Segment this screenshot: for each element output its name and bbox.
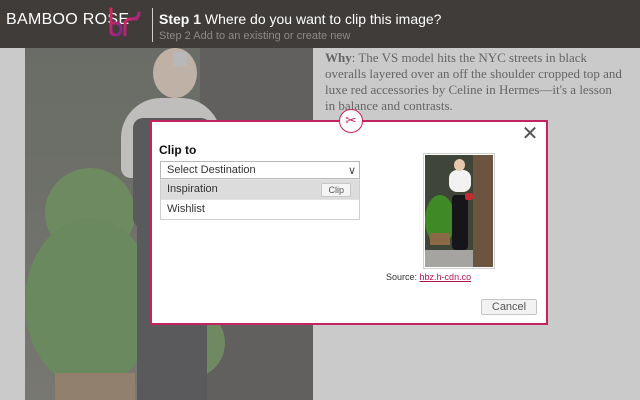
- bamboo-rose-logo-icon: [109, 7, 141, 37]
- scissors-icon: ✂: [339, 109, 363, 133]
- source-label: Source:: [386, 272, 418, 282]
- header-divider: [152, 8, 153, 42]
- step2-heading: Step 2 Add to an existing or create new: [159, 30, 350, 42]
- clipper-header: BAMBOO ROSE Step 1 Where do you want to …: [0, 0, 640, 48]
- destination-item-wishlist[interactable]: Wishlist: [161, 199, 359, 219]
- step1-text: Where do you want to clip this image?: [204, 11, 442, 27]
- destination-list: Inspiration Clip Wishlist: [160, 179, 360, 220]
- clip-to-label: Clip to: [159, 143, 197, 157]
- close-icon[interactable]: ✕: [518, 122, 542, 146]
- destination-select[interactable]: Select Destination ∨: [160, 161, 360, 179]
- step1-heading: Step 1 Where do you want to clip this im…: [159, 11, 441, 27]
- chevron-down-icon: ∨: [347, 164, 356, 177]
- destination-item-label: Wishlist: [167, 203, 205, 215]
- step1-label: Step 1: [159, 11, 202, 27]
- image-source: Source: hbz.h-cdn.co: [386, 272, 471, 282]
- step2-label: Step 2: [159, 30, 191, 42]
- destination-item-label: Inspiration: [167, 183, 218, 195]
- clip-dialog: ✕ Clip to Select Destination ∨ Inspirati…: [150, 120, 548, 325]
- step2-text: Add to an existing or create new: [193, 30, 351, 42]
- source-link[interactable]: hbz.h-cdn.co: [420, 272, 472, 282]
- clipped-image-preview: [423, 153, 495, 269]
- destination-select-value: Select Destination: [167, 164, 256, 176]
- clip-button[interactable]: Clip: [321, 183, 351, 197]
- cancel-button[interactable]: Cancel: [481, 299, 537, 315]
- destination-item-inspiration[interactable]: Inspiration Clip: [161, 179, 359, 199]
